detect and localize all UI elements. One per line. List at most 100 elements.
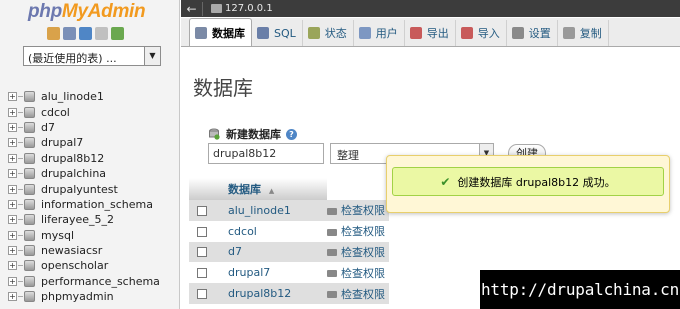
database-tree-item[interactable]: + mysql xyxy=(8,228,160,243)
check-privileges-link[interactable]: 检查权限 xyxy=(327,200,389,221)
database-tree-item[interactable]: + cdcol xyxy=(8,104,160,119)
database-link[interactable]: d7 xyxy=(219,241,327,263)
back-icon[interactable]: ← xyxy=(181,1,203,16)
database-tree-label: liferayee_5_2 xyxy=(41,213,115,227)
expand-icon[interactable]: + xyxy=(8,276,17,286)
tree-connector xyxy=(18,188,23,190)
expand-icon[interactable]: + xyxy=(8,153,17,163)
database-tree-item[interactable]: + alu_linode1 xyxy=(8,89,160,104)
database-tree-label: cdcol xyxy=(41,105,70,119)
create-database-label: 新建数据库 ? xyxy=(208,126,297,142)
database-tree-label: drupal7 xyxy=(41,136,84,150)
expand-icon[interactable]: + xyxy=(8,261,17,271)
navigation-panel: phpMyAdmin (最近使用的表) ... ▼ + alu_linode1 + c… xyxy=(0,0,180,309)
help-icon[interactable]: ? xyxy=(286,128,297,140)
database-icon xyxy=(195,26,207,39)
new-database-name-input[interactable] xyxy=(208,143,324,164)
expand-icon[interactable]: + xyxy=(8,92,17,102)
database-tree-label: drupal8b12 xyxy=(41,151,105,165)
database-tree-item[interactable]: + phpmyadmin xyxy=(8,289,160,304)
expand-icon[interactable]: + xyxy=(8,230,17,240)
database-icon xyxy=(24,245,35,257)
privileges-icon xyxy=(327,228,337,236)
row-checkbox[interactable] xyxy=(197,247,207,258)
docs-icon[interactable] xyxy=(95,27,108,40)
server-icon xyxy=(211,4,222,13)
database-icon xyxy=(24,121,35,133)
select-column-header xyxy=(189,178,219,200)
home-icon[interactable] xyxy=(47,27,60,40)
tab-import[interactable]: 导入 xyxy=(456,20,507,46)
expand-icon[interactable]: + xyxy=(8,107,17,117)
row-checkbox[interactable] xyxy=(197,289,207,300)
expand-icon[interactable]: + xyxy=(8,138,17,148)
tree-connector xyxy=(18,111,23,113)
database-tree-item[interactable]: + performance_schema xyxy=(8,274,160,289)
database-link[interactable]: alu_linode1 xyxy=(219,200,327,221)
database-tree-item[interactable]: + newasiacsr xyxy=(8,243,160,258)
database-tree-item[interactable]: + d7 xyxy=(8,120,160,135)
database-column-header[interactable]: 数据库 ▲ xyxy=(219,178,327,200)
tree-connector xyxy=(18,296,23,298)
row-checkbox[interactable] xyxy=(197,205,207,216)
database-tree-label: d7 xyxy=(41,120,55,134)
database-link[interactable]: cdcol xyxy=(219,220,327,242)
page-title: 数据库 xyxy=(193,76,253,100)
database-tree-label: openscholar xyxy=(41,259,109,273)
expand-icon[interactable]: + xyxy=(8,292,17,302)
import-icon xyxy=(460,27,473,39)
check-privileges-link[interactable]: 检查权限 xyxy=(327,241,389,263)
database-tree-item[interactable]: + openscholar xyxy=(8,258,160,273)
row-checkbox[interactable] xyxy=(197,226,207,237)
tab-settings[interactable]: 设置 xyxy=(507,20,558,46)
database-tree-item[interactable]: + liferayee_5_2 xyxy=(8,212,160,227)
database-link[interactable]: drupal8b12 xyxy=(219,283,327,304)
privileges-icon xyxy=(327,270,337,278)
database-icon xyxy=(24,137,35,149)
database-tree-item[interactable]: + drupalchina xyxy=(8,166,160,181)
tree-connector xyxy=(18,250,23,252)
tab-export[interactable]: 导出 xyxy=(405,20,456,46)
tab-label: 状态 xyxy=(324,27,347,40)
database-tree-item[interactable]: + drupalyuntest xyxy=(8,181,160,196)
tab-label: 导入 xyxy=(477,27,500,40)
expand-icon[interactable]: + xyxy=(8,246,17,256)
privileges-icon xyxy=(327,249,337,257)
database-icon xyxy=(24,229,35,241)
tab-replication[interactable]: 复制 xyxy=(558,20,609,46)
recent-tables-select[interactable]: (最近使用的表) ... ▼ xyxy=(23,46,161,66)
tab-database[interactable]: 数据库 xyxy=(189,18,252,46)
database-tree-label: newasiacsr xyxy=(41,244,103,258)
database-link[interactable]: drupal7 xyxy=(219,262,327,284)
database-tree-item[interactable]: + drupal7 xyxy=(8,135,160,150)
exit-icon[interactable] xyxy=(63,27,76,40)
users-icon xyxy=(358,27,371,39)
database-tree-item[interactable]: + information_schema xyxy=(8,197,160,212)
table-row: cdcol 检查权限 xyxy=(189,220,389,242)
server-host[interactable]: 127.0.0.1 xyxy=(225,3,273,14)
help-icon[interactable] xyxy=(79,27,92,40)
expand-icon[interactable]: + xyxy=(8,199,17,209)
expand-icon[interactable]: + xyxy=(8,184,17,194)
table-row: d7 检查权限 xyxy=(189,241,389,263)
row-checkbox[interactable] xyxy=(197,268,207,279)
reload-icon[interactable] xyxy=(111,27,124,40)
table-row: drupal7 检查权限 xyxy=(189,262,389,284)
phpmyadmin-logo[interactable]: phpMyAdmin xyxy=(28,1,146,23)
expand-icon[interactable]: + xyxy=(8,215,17,225)
check-privileges-link[interactable]: 检查权限 xyxy=(327,283,389,304)
database-tree-label: information_schema xyxy=(41,197,153,211)
check-privileges-link[interactable]: 检查权限 xyxy=(327,262,389,284)
tab-users[interactable]: 用户 xyxy=(354,20,405,46)
database-tree-item[interactable]: + drupal8b12 xyxy=(8,151,160,166)
tab-status[interactable]: 状态 xyxy=(303,20,354,46)
tab-label: SQL xyxy=(274,26,296,40)
tab-sql[interactable]: SQL xyxy=(252,20,303,46)
privileges-icon xyxy=(327,291,337,299)
export-icon xyxy=(409,27,422,39)
check-privileges-link[interactable]: 检查权限 xyxy=(327,220,389,242)
tree-connector xyxy=(18,142,23,144)
expand-icon[interactable]: + xyxy=(8,122,17,132)
expand-icon[interactable]: + xyxy=(8,169,17,179)
tree-connector xyxy=(18,157,23,159)
